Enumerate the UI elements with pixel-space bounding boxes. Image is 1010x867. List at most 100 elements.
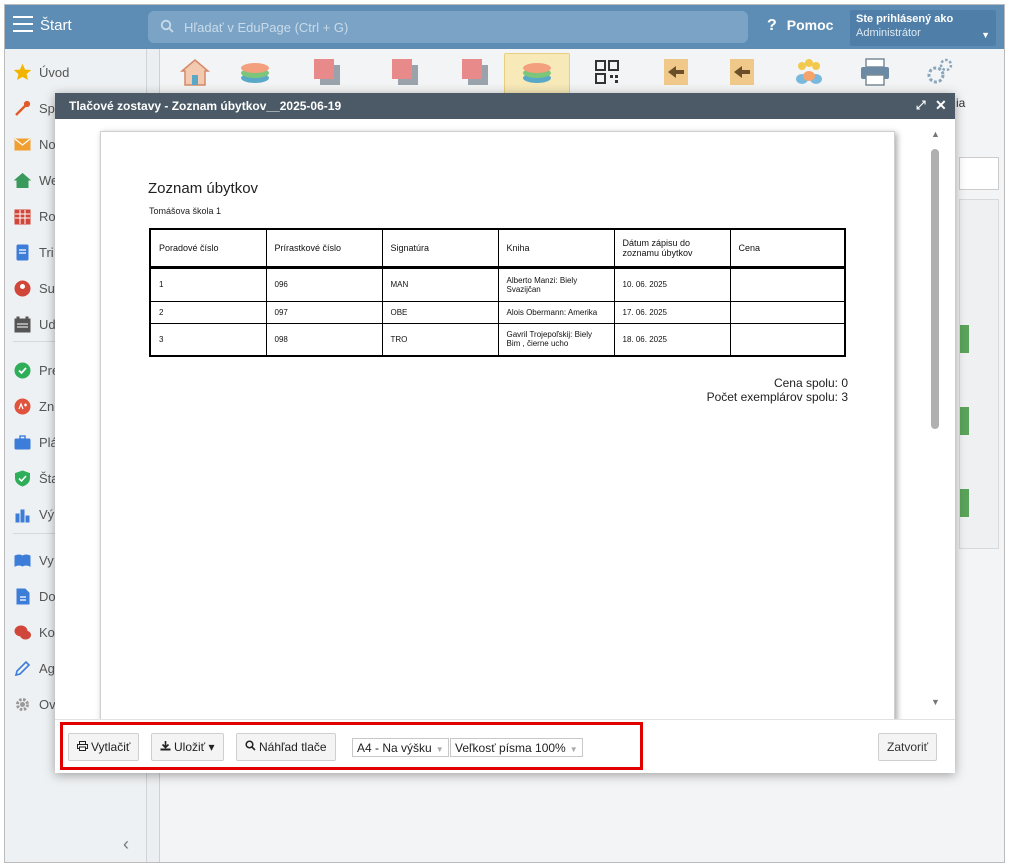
copy-icon[interactable] bbox=[310, 55, 344, 89]
file-icon bbox=[16, 588, 30, 605]
table-cell bbox=[730, 301, 845, 324]
sidebar-item-label: Ko bbox=[39, 625, 55, 640]
table-header-row: Poradové číslo Prírastkové číslo Signatú… bbox=[150, 229, 845, 269]
table-row: 2 097 OBE Alois Obermann: Amerika 17. 06… bbox=[150, 301, 845, 324]
scroll-up-icon[interactable]: ▲ bbox=[931, 129, 940, 139]
sidebar-item[interactable]: Úvod bbox=[5, 55, 147, 91]
top-bar: Štart Hľadať v EduPage (Ctrl + G) ? Pomoc… bbox=[5, 5, 1004, 49]
close-button[interactable]: Zatvoriť bbox=[878, 733, 938, 761]
help-label: Pomoc bbox=[786, 17, 834, 33]
sidebar-item-label: Ro bbox=[39, 209, 56, 224]
layers-icon bbox=[523, 63, 551, 83]
copy-icon[interactable] bbox=[388, 55, 422, 89]
total-price: Cena spolu: 0 bbox=[773, 376, 848, 390]
printer-icon bbox=[77, 741, 88, 751]
font-size-select[interactable]: Veľkosť písma 100% ▼ bbox=[450, 738, 583, 757]
question-icon: ? bbox=[767, 17, 777, 34]
scrollbar-thumb[interactable] bbox=[931, 149, 939, 429]
sidebar-item-label: Sp bbox=[39, 101, 55, 116]
table-cell: TRO bbox=[382, 323, 499, 356]
copy-icon[interactable] bbox=[458, 55, 492, 89]
action-button[interactable] bbox=[960, 325, 969, 353]
expand-icon[interactable]: ⤢ bbox=[916, 98, 926, 113]
table-cell bbox=[730, 323, 845, 356]
sidebar-item-label: Vy bbox=[39, 553, 54, 568]
report-page: Zoznam úbytkov Tomášova škola 1 Poradové… bbox=[100, 131, 895, 731]
column-header: Prírastkové číslo bbox=[266, 229, 383, 269]
table-cell: 2 bbox=[150, 301, 267, 324]
scroll-down-icon[interactable]: ▼ bbox=[931, 697, 940, 707]
total-copies: Počet exemplárov spolu: 3 bbox=[706, 390, 848, 404]
search-icon bbox=[245, 740, 256, 751]
preview-label: Náhľad tlače bbox=[259, 740, 327, 754]
table-cell: Alberto Manzi: Biely Svazijčan bbox=[498, 267, 615, 302]
collapse-sidebar-icon[interactable]: ‹ bbox=[123, 834, 129, 855]
user-status: Ste prihlásený ako bbox=[856, 13, 954, 25]
table-cell: 097 bbox=[266, 301, 383, 324]
sidebar-item-label: Do bbox=[39, 589, 56, 604]
chevron-down-icon: ▼ bbox=[569, 745, 578, 754]
arrow-left-icon[interactable] bbox=[660, 55, 694, 89]
print-button[interactable]: Vytlačiť bbox=[68, 733, 140, 761]
house-icon bbox=[14, 172, 31, 188]
font-size-value: Veľkosť písma 100% bbox=[455, 741, 566, 755]
check-circle-icon bbox=[14, 362, 31, 379]
sidebar-item-label: No bbox=[39, 137, 56, 152]
qr-code-icon[interactable] bbox=[590, 55, 624, 89]
printer-icon[interactable] bbox=[858, 55, 892, 89]
table-row: 1 096 MAN Alberto Manzi: Biely Svazijčan… bbox=[150, 267, 845, 302]
report-title: Zoznam úbytkov bbox=[148, 180, 259, 197]
calendar-icon bbox=[14, 316, 31, 333]
save-label: Uložiť ▾ bbox=[174, 740, 215, 754]
pencil-icon bbox=[14, 660, 31, 677]
layers-icon[interactable] bbox=[238, 55, 272, 89]
print-preview-button[interactable]: Náhľad tlače bbox=[236, 733, 336, 761]
arrow-left-icon[interactable] bbox=[726, 55, 760, 89]
gear-icon bbox=[16, 698, 29, 711]
help-button[interactable]: ? Pomoc bbox=[767, 17, 833, 35]
table-cell: 096 bbox=[266, 267, 383, 302]
briefcase-icon bbox=[14, 435, 31, 450]
dialog-header: Tlačové zostavy - Zoznam úbytkov__2025-0… bbox=[55, 93, 955, 119]
dialog-footer: Vytlačiť Uložiť ▾ Náhľad tlače A4 - Na v… bbox=[55, 719, 955, 773]
sidebar-item-label: Vý bbox=[39, 507, 55, 522]
action-button[interactable] bbox=[960, 407, 969, 435]
save-button[interactable]: Uložiť ▾ bbox=[151, 733, 224, 761]
print-label: Vytlačiť bbox=[91, 740, 131, 754]
search-icon bbox=[160, 19, 174, 33]
toolbar-label: ia bbox=[956, 96, 966, 110]
gear-icon[interactable] bbox=[922, 55, 956, 89]
user-name: Administrátor bbox=[856, 27, 921, 39]
paper-format-select[interactable]: A4 - Na výšku ▼ bbox=[352, 738, 449, 757]
book-open-icon bbox=[14, 554, 31, 567]
document-icon bbox=[16, 244, 29, 261]
table-cell: 098 bbox=[266, 323, 383, 356]
dialog-title: Tlačové zostavy - Zoznam úbytkov__2025-0… bbox=[69, 99, 342, 113]
column-header: Kniha bbox=[498, 229, 615, 269]
person-icon bbox=[14, 280, 31, 297]
filter-input[interactable] bbox=[959, 157, 999, 190]
report-table: Poradové číslo Prírastkové číslo Signatú… bbox=[149, 228, 846, 357]
table-cell: Gavril Trojepoľskij: Biely Bim , čierne … bbox=[498, 323, 615, 356]
app-title[interactable]: Štart bbox=[40, 17, 72, 34]
users-icon[interactable] bbox=[792, 55, 826, 89]
column-header: Poradové číslo bbox=[150, 229, 267, 269]
school-name: Tomášova škola 1 bbox=[149, 206, 222, 216]
chevron-down-icon: ▼ bbox=[981, 30, 990, 40]
menu-icon[interactable] bbox=[13, 16, 33, 32]
home-icon[interactable] bbox=[178, 55, 212, 89]
print-preview-area: Zoznam úbytkov Tomášova škola 1 Poradové… bbox=[55, 119, 955, 731]
vertical-scrollbar[interactable]: ▲ ▼ bbox=[928, 129, 942, 709]
shield-check-icon bbox=[15, 470, 30, 487]
sidebar-item-label: Su bbox=[39, 281, 55, 296]
sidebar-item-label: Úvod bbox=[39, 65, 70, 80]
sidebar-item-label: Zn bbox=[39, 399, 55, 414]
table-cell: 18. 06. 2025 bbox=[614, 323, 731, 356]
close-icon[interactable]: ✕ bbox=[935, 97, 947, 114]
search-placeholder: Hľadať v EduPage (Ctrl + G) bbox=[184, 20, 349, 35]
table-row: 3 098 TRO Gavril Trojepoľskij: Biely Bim… bbox=[150, 323, 845, 356]
action-button[interactable] bbox=[960, 489, 969, 517]
user-menu[interactable]: Ste prihlásený ako Administrátor ▼ bbox=[850, 10, 996, 46]
search-input[interactable]: Hľadať v EduPage (Ctrl + G) bbox=[148, 11, 748, 43]
star-icon bbox=[14, 64, 31, 81]
